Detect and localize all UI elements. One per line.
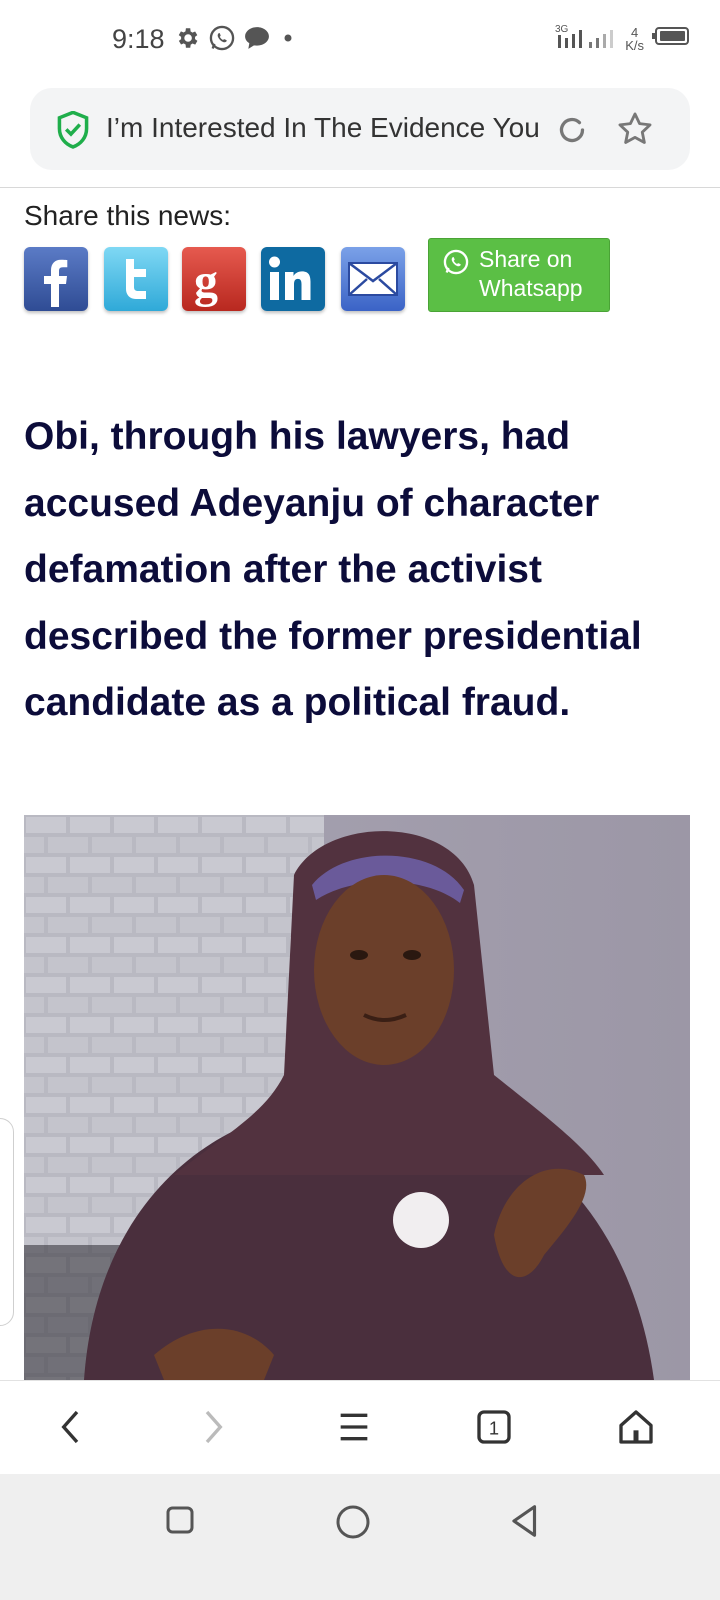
back-triangle-icon[interactable]: [506, 1502, 544, 1545]
divider: [0, 187, 720, 188]
speed-unit: K/s: [625, 37, 644, 53]
status-notification-icons: [174, 24, 298, 52]
whatsapp-icon: [442, 248, 470, 281]
svg-text:3G: 3G: [555, 24, 569, 35]
facebook-share-button[interactable]: [24, 247, 88, 311]
menu-icon[interactable]: [334, 1407, 374, 1452]
tab-count: 1: [489, 1418, 499, 1439]
twitter-share-button[interactable]: [104, 247, 168, 311]
signal-icon: 3G: [555, 22, 617, 55]
email-share-button[interactable]: [341, 247, 405, 311]
forward-icon[interactable]: [192, 1407, 232, 1452]
reload-icon[interactable]: [554, 112, 590, 153]
side-panel-handle[interactable]: [0, 1118, 14, 1326]
article-headline: Obi, through his lawyers, had accused Ad…: [24, 415, 642, 724]
share-label: Share this news:: [24, 200, 231, 231]
home-icon[interactable]: [616, 1407, 656, 1452]
article-photo: [24, 815, 690, 1380]
chat-bubble-icon: [244, 26, 270, 50]
dot-icon: [278, 28, 298, 48]
star-icon[interactable]: [616, 110, 654, 153]
status-bar: 9:18 3G 4 K/s: [0, 0, 720, 80]
system-navigation-bar: [0, 1474, 720, 1600]
whatsapp-icon: [208, 24, 236, 52]
shield-check-icon[interactable]: [56, 110, 90, 154]
recents-icon[interactable]: [162, 1502, 198, 1543]
tabs-icon[interactable]: 1: [474, 1407, 514, 1452]
whatsapp-share-line2: Whatsapp: [479, 275, 583, 301]
browser-toolbar: 1: [0, 1380, 720, 1475]
whatsapp-share-label: Share on Whatsapp: [479, 245, 583, 303]
whatsapp-share-line1: Share on: [479, 246, 573, 272]
back-icon[interactable]: [52, 1407, 92, 1452]
page-title[interactable]: I’m Interested In The Evidence You: [106, 112, 576, 144]
network-speed: 4 K/s: [625, 26, 644, 52]
home-circle-icon[interactable]: [333, 1502, 373, 1547]
gear-icon: [174, 25, 200, 51]
whatsapp-share-button[interactable]: Share on Whatsapp: [428, 238, 610, 312]
status-right: 3G 4 K/s: [555, 22, 690, 55]
address-bar[interactable]: I’m Interested In The Evidence You: [30, 88, 690, 170]
google-plus-share-button[interactable]: g: [182, 247, 246, 311]
linkedin-share-button[interactable]: [261, 247, 325, 311]
battery-icon: [652, 26, 690, 51]
svg-text:g: g: [194, 255, 218, 308]
status-time: 9:18: [112, 24, 165, 54]
